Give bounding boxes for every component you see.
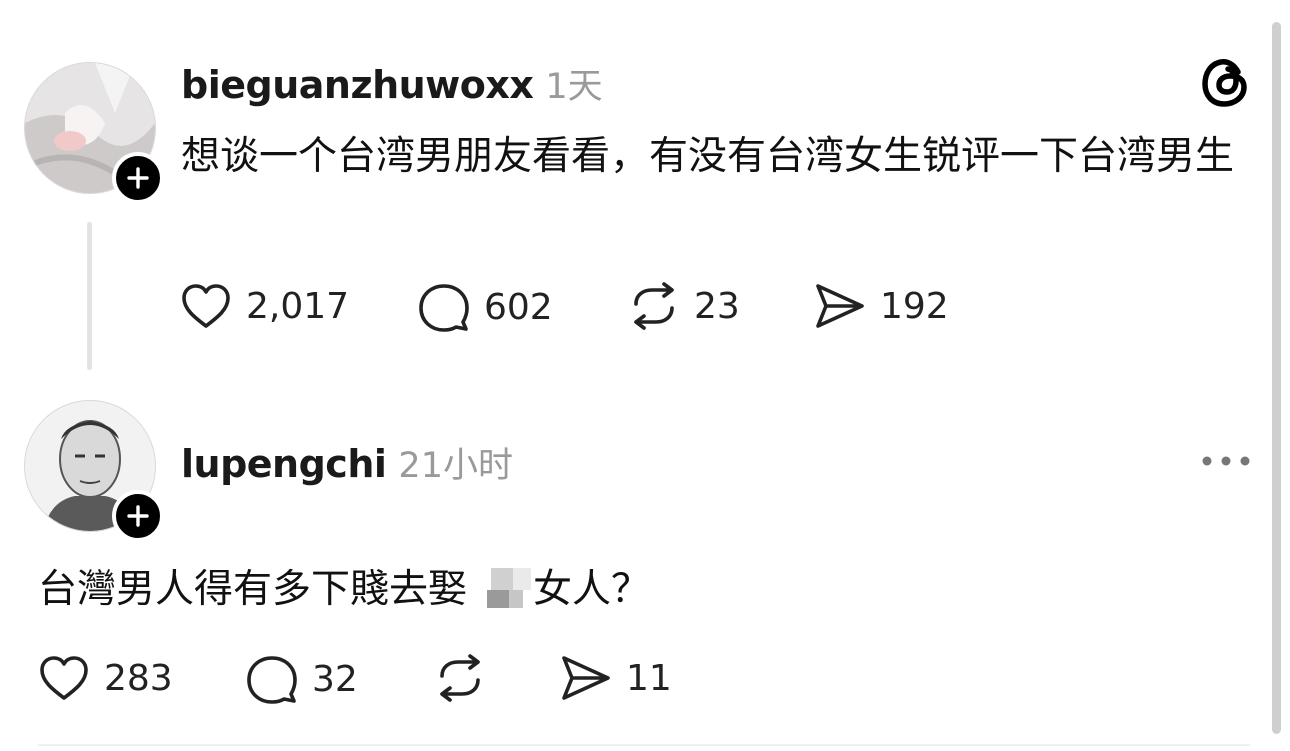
comment-count: 32 [312,658,358,700]
censored-mosaic [469,567,532,612]
heart-icon [182,284,230,328]
send-icon [562,656,610,700]
send-icon [816,284,864,328]
reply-header: lupengchi 21小时 [181,437,513,488]
repost-count: 23 [694,285,740,327]
threads-logo[interactable] [1198,56,1252,110]
share-button[interactable]: 11 [560,654,672,702]
timestamp: 1天 [545,67,603,107]
thread-line [87,222,92,370]
username[interactable]: bieguanzhuwoxx [181,63,534,107]
like-count: 2,017 [246,285,350,327]
divider [38,744,1250,746]
like-count: 283 [104,657,173,699]
reply-text: 台灣男人得有多下賤去娶 女人？ [38,560,650,619]
like-button[interactable]: 283 [38,654,173,702]
more-horizontal-icon [1202,456,1250,466]
username[interactable]: lupengchi [181,442,387,486]
plus-icon [127,505,149,527]
follow-button[interactable] [112,490,164,542]
repost-button[interactable]: 23 [628,282,740,330]
comment-button[interactable]: 32 [246,654,358,704]
scrollbar[interactable] [1272,22,1281,734]
repost-icon [634,282,674,330]
reply-text-end: 女人？ [533,567,651,612]
repost-icon [440,654,480,702]
repost-button[interactable] [434,654,486,702]
like-button[interactable]: 2,017 [180,282,349,330]
post-header: bieguanzhuwoxx 1天 [181,58,603,109]
more-button[interactable] [1200,446,1252,476]
comment-bubble-icon [419,284,469,332]
comment-button[interactable]: 602 [418,282,553,332]
share-button[interactable]: 192 [814,282,949,330]
heart-icon [40,656,88,700]
comment-count: 602 [484,286,553,328]
share-count: 11 [626,657,672,699]
threads-logo-icon [1202,59,1247,107]
share-count: 192 [880,285,949,327]
post-text: 想谈一个台湾男朋友看看，有没有台湾女生锐评一下台湾男生 [181,134,1235,179]
comment-bubble-icon [247,656,297,704]
plus-icon [127,167,149,189]
timestamp: 21小时 [398,446,513,486]
reply-text-start: 台灣男人得有多下賤去娶 [38,567,468,612]
follow-button[interactable] [112,152,164,204]
